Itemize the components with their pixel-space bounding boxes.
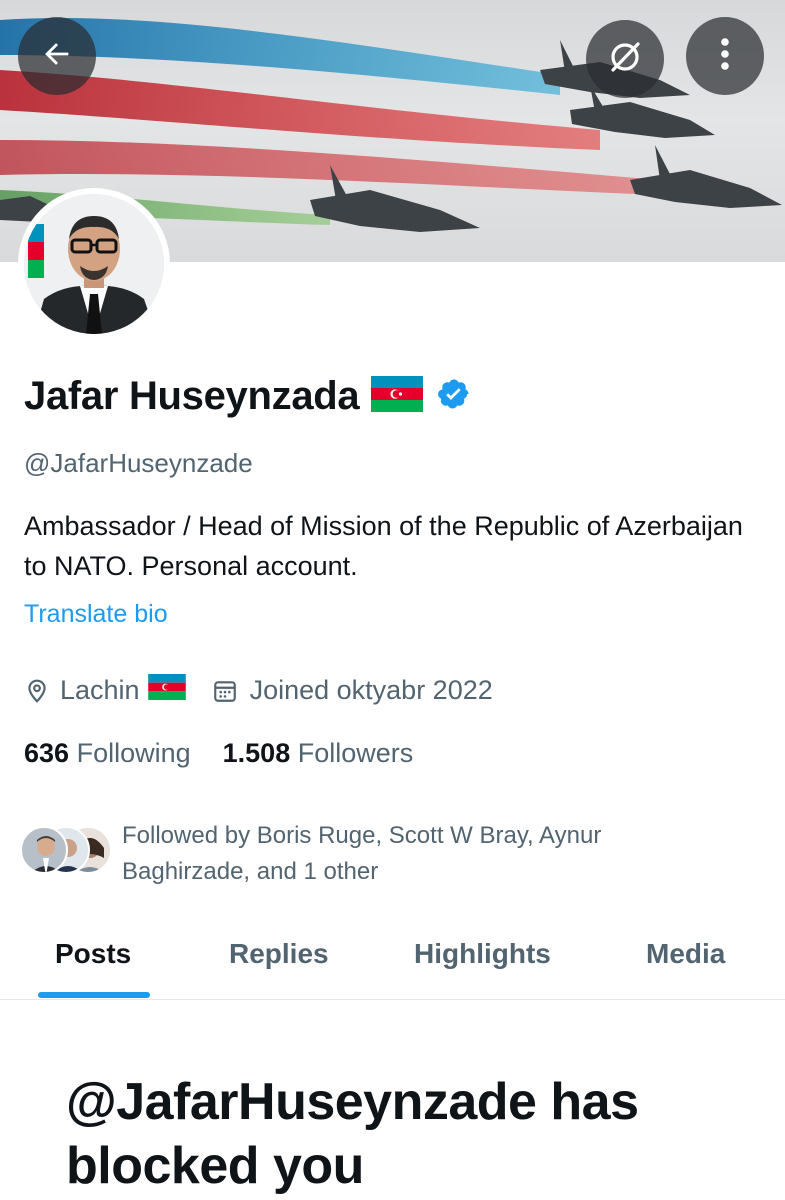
blocked-message: @JafarHuseynzade has blocked you [66,1073,639,1195]
followers-count: 1.508 [222,738,291,768]
followed-by-text[interactable]: Followed by Boris Ruge, Scott W Bray, Ay… [122,818,682,890]
avatar-image [24,194,164,334]
more-vertical-icon [719,36,731,77]
back-button[interactable] [18,17,96,95]
profile-bio: Ambassador / Head of Mission of the Repu… [24,511,743,581]
followers-label: Followers [297,738,414,768]
translate-bio-link[interactable]: Translate bio [24,600,168,629]
more-options-button[interactable] [686,17,764,95]
tab-replies[interactable]: Replies [229,938,329,970]
tab-media[interactable]: Media [646,938,725,970]
profile-location: Lachin [60,675,140,705]
active-tab-indicator [38,992,150,998]
following-label: Following [76,738,191,768]
tab-highlights[interactable]: Highlights [414,938,551,970]
profile-avatar[interactable] [18,188,170,340]
azerbaijan-flag-icon [371,376,424,417]
avatar [20,826,68,874]
calendar-icon [212,678,238,704]
location-pin-icon [24,677,50,705]
azerbaijan-flag-icon [147,674,186,707]
verified-badge-icon[interactable] [437,377,471,416]
arrow-left-icon [40,37,74,76]
grok-button[interactable] [586,20,664,98]
joined-date: Joined oktyabr 2022 [249,675,493,705]
grok-slash-icon [605,37,645,82]
following-stat[interactable]: 636 Following [24,738,191,769]
followers-stat[interactable]: 1.508 Followers [223,738,414,769]
following-count: 636 [24,738,70,768]
followed-by-avatars[interactable] [20,826,112,876]
profile-handle: @JafarHuseynzade [24,448,253,478]
profile-name: Jafar Huseynzada [24,374,360,418]
profile-tabs: Posts Replies Highlights Media [0,920,785,1000]
tab-posts[interactable]: Posts [55,938,131,970]
